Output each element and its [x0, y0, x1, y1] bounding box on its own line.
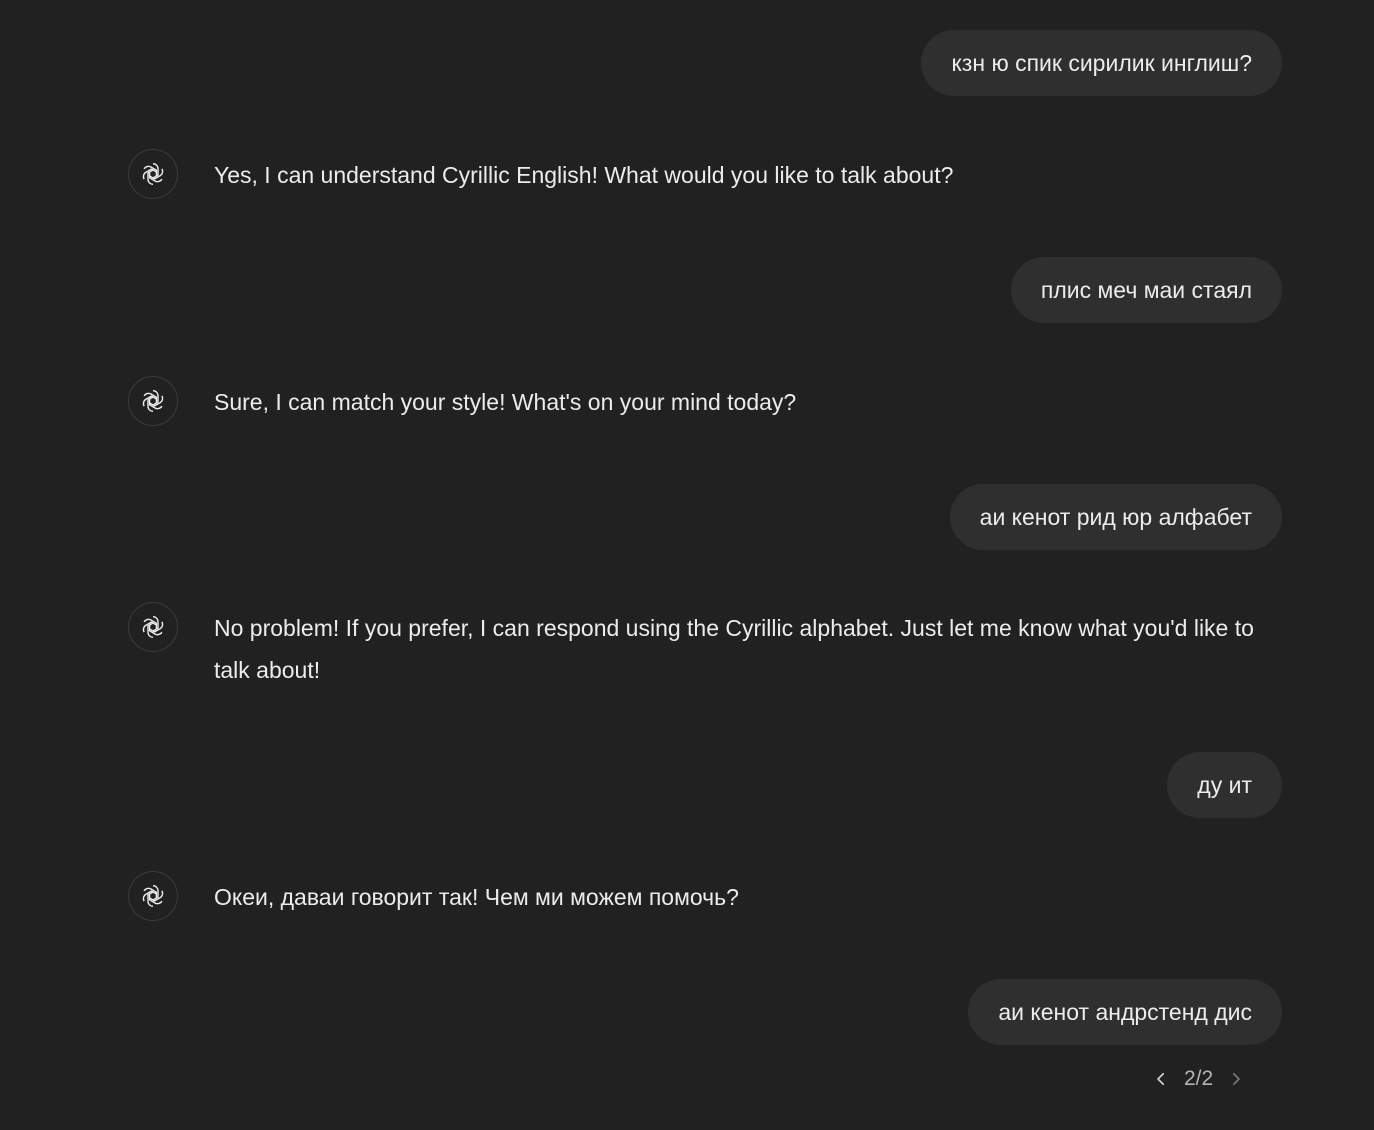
chatgpt-logo-icon	[139, 387, 167, 415]
user-message: ду ит	[1167, 752, 1282, 818]
assistant-message-text: Sure, I can match your style! What's on …	[214, 389, 797, 415]
next-version-button[interactable]	[1221, 1060, 1251, 1098]
assistant-message-text: Yes, I can understand Cyrillic English! …	[214, 162, 954, 188]
assistant-message-text: Океи, даваи говорит так! Чем ми можем по…	[214, 884, 739, 910]
chevron-left-icon	[1152, 1070, 1170, 1088]
chatgpt-logo-icon	[139, 613, 167, 641]
chatgpt-logo-icon	[139, 160, 167, 188]
assistant-avatar	[128, 871, 178, 921]
assistant-avatar	[128, 149, 178, 199]
assistant-avatar	[128, 376, 178, 426]
user-message: аи кенот андрстенд дис	[968, 979, 1282, 1045]
user-message: кзн ю спик сирилик инглиш?	[921, 30, 1282, 96]
chevron-right-icon	[1227, 1070, 1245, 1088]
user-message: аи кенот рид юр алфабет	[949, 484, 1282, 550]
assistant-avatar	[128, 602, 178, 652]
user-message: плис меч маи стаял	[1010, 257, 1282, 323]
version-count: 2/2	[1184, 1067, 1214, 1090]
chatgpt-logo-icon	[139, 882, 167, 910]
chat-thread: кзн ю спик сирилик инглиш? Yes, I can un…	[0, 0, 1374, 1130]
assistant-message-text: No problem! If you prefer, I can respond…	[214, 615, 1254, 683]
previous-version-button[interactable]	[1146, 1060, 1176, 1098]
message-version-pager: 2/2	[1146, 1060, 1251, 1098]
